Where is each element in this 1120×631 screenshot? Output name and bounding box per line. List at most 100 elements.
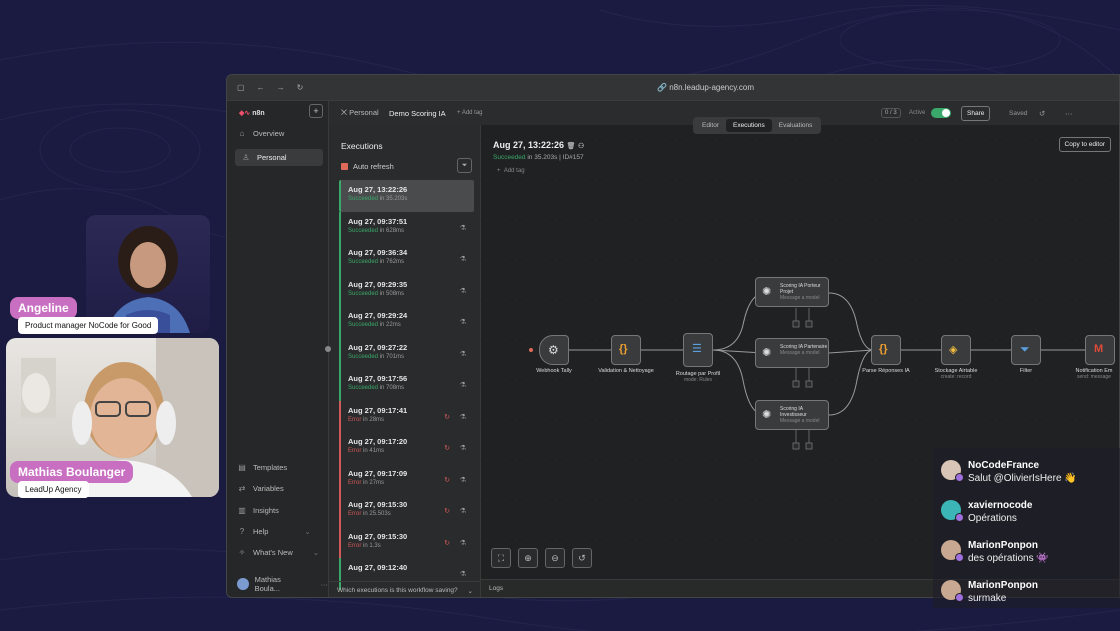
- sidebar-item-variables[interactable]: ⇄ Variables: [237, 484, 284, 493]
- node-airtable[interactable]: ◈: [941, 335, 971, 365]
- execution-item[interactable]: Aug 27, 09:15:30 Error in 1.3s ⚗ ↻: [339, 526, 474, 558]
- node-scoring-partenaire[interactable]: ✺ Scoring IA Partenaire Message a model: [755, 338, 829, 368]
- retry-icon[interactable]: ↻: [444, 539, 450, 547]
- sidebar-item-whats-new[interactable]: ✧ What's New ⌄: [237, 548, 319, 557]
- auto-refresh-toggle[interactable]: Auto refresh: [341, 162, 394, 171]
- flask-icon[interactable]: ⚗: [460, 413, 466, 421]
- chevron-down-icon: ⌄: [312, 548, 320, 557]
- reset-zoom-button[interactable]: ↺: [572, 548, 592, 568]
- flask-icon[interactable]: ⚗: [460, 539, 466, 547]
- node-notification[interactable]: M: [1085, 335, 1115, 365]
- execution-item[interactable]: Aug 27, 09:17:20 Error in 41ms ⚗ ↻: [339, 432, 474, 464]
- execution-date: Aug 27, 09:17:20: [348, 437, 408, 446]
- execution-date: Aug 27, 09:17:56: [348, 374, 408, 383]
- flask-icon[interactable]: ⚗: [460, 570, 466, 578]
- auto-refresh-checkbox[interactable]: [341, 163, 348, 170]
- execution-item[interactable]: Aug 27, 13:22:26 Succeeded in 35.203s: [339, 180, 474, 212]
- sidebar-item-overview[interactable]: ⌂ Overview: [237, 129, 285, 138]
- flask-icon[interactable]: ⚗: [460, 318, 466, 326]
- flask-icon[interactable]: ⚗: [460, 507, 466, 515]
- node-label: Notification Em send: message: [1075, 368, 1113, 380]
- zoom-in-button[interactable]: ⊕: [518, 548, 538, 568]
- node-routage[interactable]: ☰: [683, 333, 713, 367]
- participant-name-tag: Mathias Boulanger: [10, 461, 134, 483]
- sidebar-toggle-icon[interactable]: ▢: [237, 83, 245, 92]
- active-toggle[interactable]: [931, 108, 951, 118]
- execution-status: Succeeded in 508ms: [348, 290, 405, 297]
- insights-icon: ▥: [238, 506, 246, 515]
- openai-icon: ✺: [762, 347, 772, 359]
- zoom-out-button[interactable]: ⊖: [545, 548, 565, 568]
- execution-date: Aug 27, 13:22:26: [348, 185, 408, 194]
- chevron-down-icon: ⌄: [467, 588, 473, 595]
- executions-footer[interactable]: Which executions is this workflow saving…: [329, 581, 481, 597]
- execution-item[interactable]: Aug 27, 09:37:51 Succeeded in 628ms ⚗: [339, 211, 474, 243]
- add-tag-link[interactable]: + Add tag: [457, 110, 483, 116]
- execution-date: Aug 27, 09:15:30: [348, 500, 408, 509]
- node-filter[interactable]: ⏷: [1011, 335, 1041, 365]
- node-label: Routage par Profil mode: Rules: [675, 371, 721, 383]
- retry-icon[interactable]: ↻: [444, 476, 450, 484]
- n8n-logo: ◆∿ n8n: [239, 110, 265, 117]
- execution-item[interactable]: Aug 27, 09:36:34 Succeeded in 762ms ⚗: [339, 243, 474, 275]
- flask-icon[interactable]: ⚗: [460, 381, 466, 389]
- flask-icon[interactable]: ⚗: [460, 444, 466, 452]
- retry-icon[interactable]: ↻: [444, 507, 450, 515]
- share-button[interactable]: Share: [961, 105, 991, 121]
- flask-icon[interactable]: ⚗: [460, 476, 466, 484]
- execution-item[interactable]: Aug 27, 09:29:35 Succeeded in 508ms ⚗: [339, 274, 474, 306]
- execution-item[interactable]: Aug 27, 09:17:41 Error in 28ms ⚗ ↻: [339, 400, 474, 432]
- sidebar-item-help[interactable]: ? Help ⌄: [237, 527, 311, 536]
- subscriber-badge-icon: [955, 593, 964, 602]
- breadcrumb[interactable]: ⨉ Personal: [341, 108, 379, 118]
- sidebar-item-templates[interactable]: ▤ Templates: [237, 463, 287, 472]
- node-validation[interactable]: {}: [611, 335, 641, 365]
- add-button[interactable]: +: [309, 104, 323, 118]
- execution-date: Aug 27, 09:36:34: [348, 248, 408, 257]
- fit-view-button[interactable]: ⛶: [491, 548, 511, 568]
- filter-button[interactable]: ⏷: [457, 158, 472, 173]
- templates-icon: ▤: [238, 463, 246, 472]
- history-icon[interactable]: ↺: [1039, 109, 1045, 118]
- more-icon[interactable]: ⋯: [1065, 109, 1073, 118]
- user-menu[interactable]: Mathias Boula... ⋯: [237, 575, 328, 593]
- execution-item[interactable]: Aug 27, 09:17:09 Error in 27ms ⚗ ↻: [339, 463, 474, 495]
- fit-view-icon: ⛶: [497, 553, 505, 563]
- execution-item[interactable]: Aug 27, 09:15:30 Error in 25.503s ⚗ ↻: [339, 495, 474, 527]
- node-parse[interactable]: {}: [871, 335, 901, 365]
- address-bar[interactable]: 🔗 n8n.leadup-agency.com: [657, 83, 754, 92]
- execution-status: Succeeded in 35.203s: [348, 196, 408, 202]
- execution-item[interactable]: Aug 27, 09:17:56 Succeeded in 708ms ⚗: [339, 369, 474, 401]
- flask-icon[interactable]: ⚗: [460, 224, 466, 232]
- execution-item[interactable]: Aug 27, 09:27:22 Succeeded in 701ms ⚗: [339, 337, 474, 369]
- flask-icon[interactable]: ⚗: [460, 350, 466, 358]
- forward-icon[interactable]: →: [277, 83, 285, 92]
- sidebar-item-personal[interactable]: ♙ Personal: [235, 149, 323, 166]
- filter-icon: ⏷: [1020, 342, 1030, 356]
- execution-status: Succeeded in 22ms: [348, 322, 401, 328]
- collapse-handle[interactable]: [325, 346, 331, 352]
- execution-item[interactable]: Aug 27, 09:29:24 Succeeded in 22ms ⚗: [339, 306, 474, 338]
- gmail-icon: M: [1094, 343, 1104, 355]
- webhook-icon: ⚙: [548, 343, 559, 357]
- node-label: Webhook Tally: [536, 368, 572, 374]
- chat-username: NoCodeFrance: [968, 460, 1040, 471]
- retry-icon[interactable]: ↻: [444, 413, 450, 421]
- reload-icon[interactable]: ↻: [297, 83, 304, 92]
- sidebar-item-insights[interactable]: ▥ Insights: [237, 506, 279, 515]
- retry-icon[interactable]: ↻: [444, 444, 450, 452]
- chat-username: MarionPonpon: [968, 540, 1038, 551]
- live-chat: NoCodeFrance Salut @OlivierIsHere 👋 xavier…: [933, 448, 1120, 608]
- workflow-name[interactable]: Demo Scoring IA: [389, 109, 446, 118]
- flask-icon[interactable]: ⚗: [460, 255, 466, 263]
- avatar: [941, 500, 964, 522]
- app-sidebar: ◆∿ n8n + ⌂ Overview ♙ Personal ▤ Templates …: [227, 101, 329, 597]
- back-icon[interactable]: ←: [257, 83, 265, 92]
- openai-icon: ✺: [762, 286, 772, 298]
- node-scoring-investisseur[interactable]: ✺ Scoring IA Investisseur Message a model: [755, 400, 829, 430]
- node-webhook[interactable]: ⚙: [539, 335, 569, 365]
- chat-username: MarionPonpon: [968, 580, 1038, 591]
- flask-icon[interactable]: ⚗: [460, 287, 466, 295]
- node-scoring-porteur[interactable]: ✺ Scoring IA Porteur Projet Message a mode…: [755, 277, 829, 307]
- execution-status: Succeeded in 762ms: [348, 259, 405, 265]
